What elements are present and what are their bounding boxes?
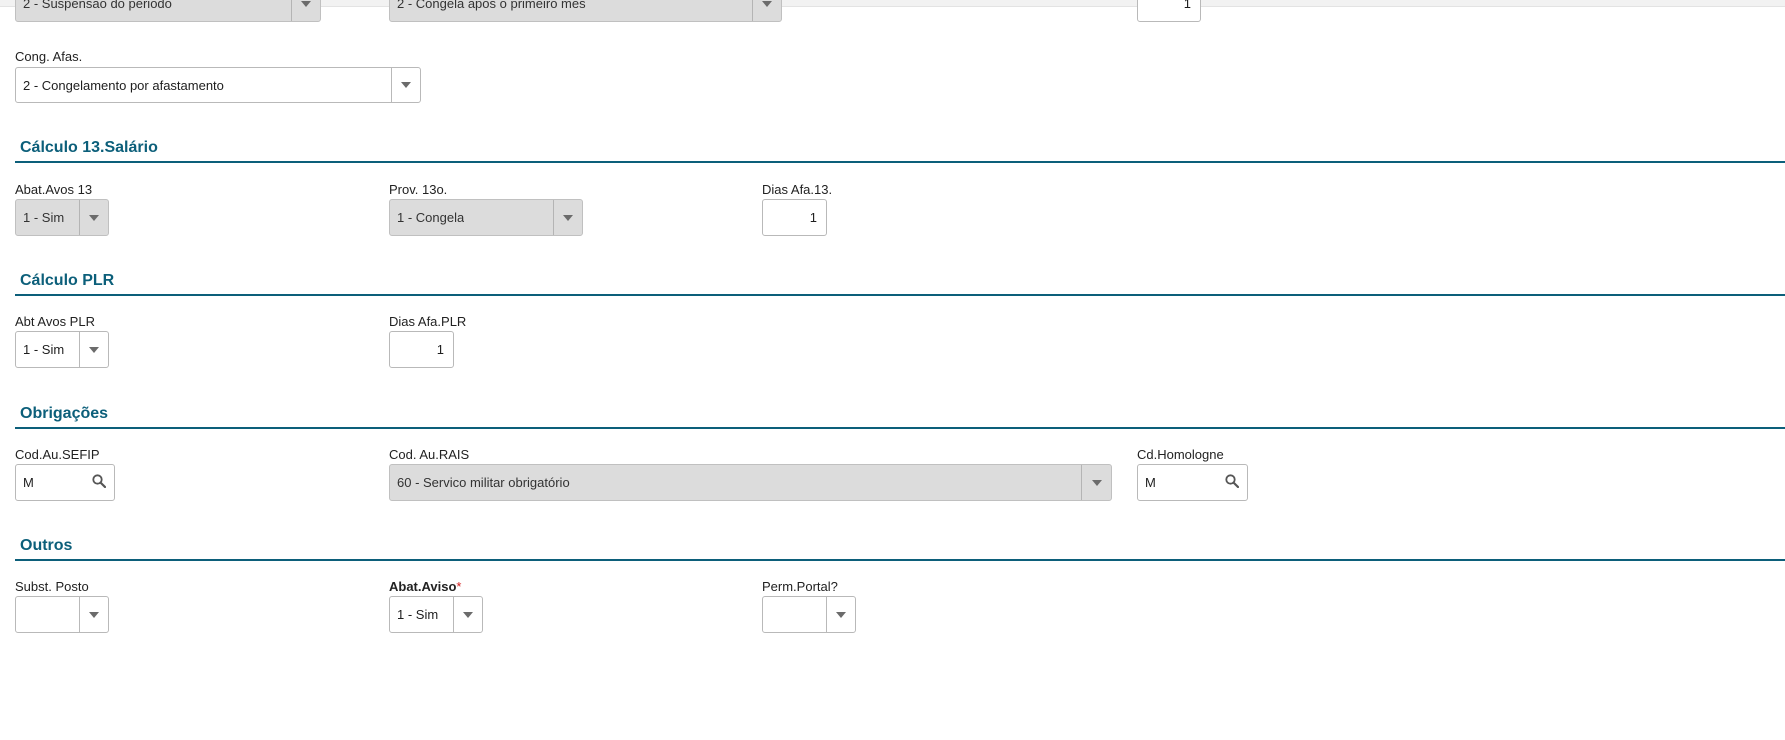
search-icon[interactable] (1225, 474, 1239, 488)
perm-portal-label: Perm.Portal? (762, 579, 838, 594)
prov-13o-label: Prov. 13o. (389, 182, 448, 197)
abt-avos-plr-label: Abt Avos PLR (15, 314, 95, 329)
cong-afas-label: Cong. Afas. (15, 49, 83, 64)
perm-portal-select[interactable] (762, 596, 856, 633)
search-icon[interactable] (92, 474, 106, 488)
section-divider (15, 559, 1785, 561)
subst-posto-select[interactable] (15, 596, 109, 633)
top-number-c[interactable]: 1 (1137, 0, 1201, 22)
dias-afa-plr-input[interactable]: 1 (389, 331, 454, 368)
dias-afa-13-input[interactable]: 1 (762, 199, 827, 236)
chevron-down-icon[interactable] (553, 200, 582, 235)
chevron-down-icon[interactable] (79, 332, 108, 367)
cod-au-sefip-label: Cod.Au.SEFIP (15, 447, 100, 462)
chevron-down-icon[interactable] (752, 0, 781, 21)
abat-avos-13-label: Abat.Avos 13 (15, 182, 93, 197)
chevron-down-icon[interactable] (453, 597, 482, 632)
cod-au-sefip-input[interactable]: M (15, 464, 115, 501)
cong-afas-select[interactable]: 2 - Congelamento por afastamento (15, 67, 421, 103)
chevron-down-icon[interactable] (79, 597, 108, 632)
abat-aviso-label: Abat.Aviso* (389, 579, 462, 594)
required-asterisk: * (456, 579, 462, 594)
top-select-a[interactable]: 2 - Suspensao do periodo (15, 0, 321, 22)
section-divider (15, 427, 1785, 429)
dias-afa-13-label: Dias Afa.13. (762, 182, 833, 197)
section-title-obrigacoes: Obrigações (20, 405, 109, 422)
chevron-down-icon[interactable] (79, 200, 108, 235)
chevron-down-icon[interactable] (291, 0, 320, 21)
section-title-calc13: Cálculo 13.Salário (20, 139, 158, 156)
section-divider (15, 294, 1785, 296)
abt-avos-plr-select[interactable]: 1 - Sim (15, 331, 109, 368)
section-title-outros: Outros (20, 537, 73, 554)
section-divider (15, 161, 1785, 163)
top-select-b[interactable]: 2 - Congela apos o primeiro mes (389, 0, 782, 22)
cod-au-rais-select[interactable]: 60 - Servico militar obrigatório (389, 464, 1112, 501)
abat-avos-13-select[interactable]: 1 - Sim (15, 199, 109, 236)
dias-afa-plr-label: Dias Afa.PLR (389, 314, 467, 329)
cd-homologne-input[interactable]: M (1137, 464, 1248, 501)
prov-13o-select[interactable]: 1 - Congela (389, 199, 583, 236)
chevron-down-icon[interactable] (1081, 465, 1111, 500)
chevron-down-icon[interactable] (391, 68, 420, 102)
subst-posto-label: Subst. Posto (15, 579, 89, 594)
abat-aviso-select[interactable]: 1 - Sim (389, 596, 483, 633)
chevron-down-icon[interactable] (826, 597, 855, 632)
section-title-plr: Cálculo PLR (20, 272, 115, 289)
cod-au-rais-label: Cod. Au.RAIS (389, 447, 470, 462)
cd-homologne-label: Cd.Homologne (1137, 447, 1224, 462)
